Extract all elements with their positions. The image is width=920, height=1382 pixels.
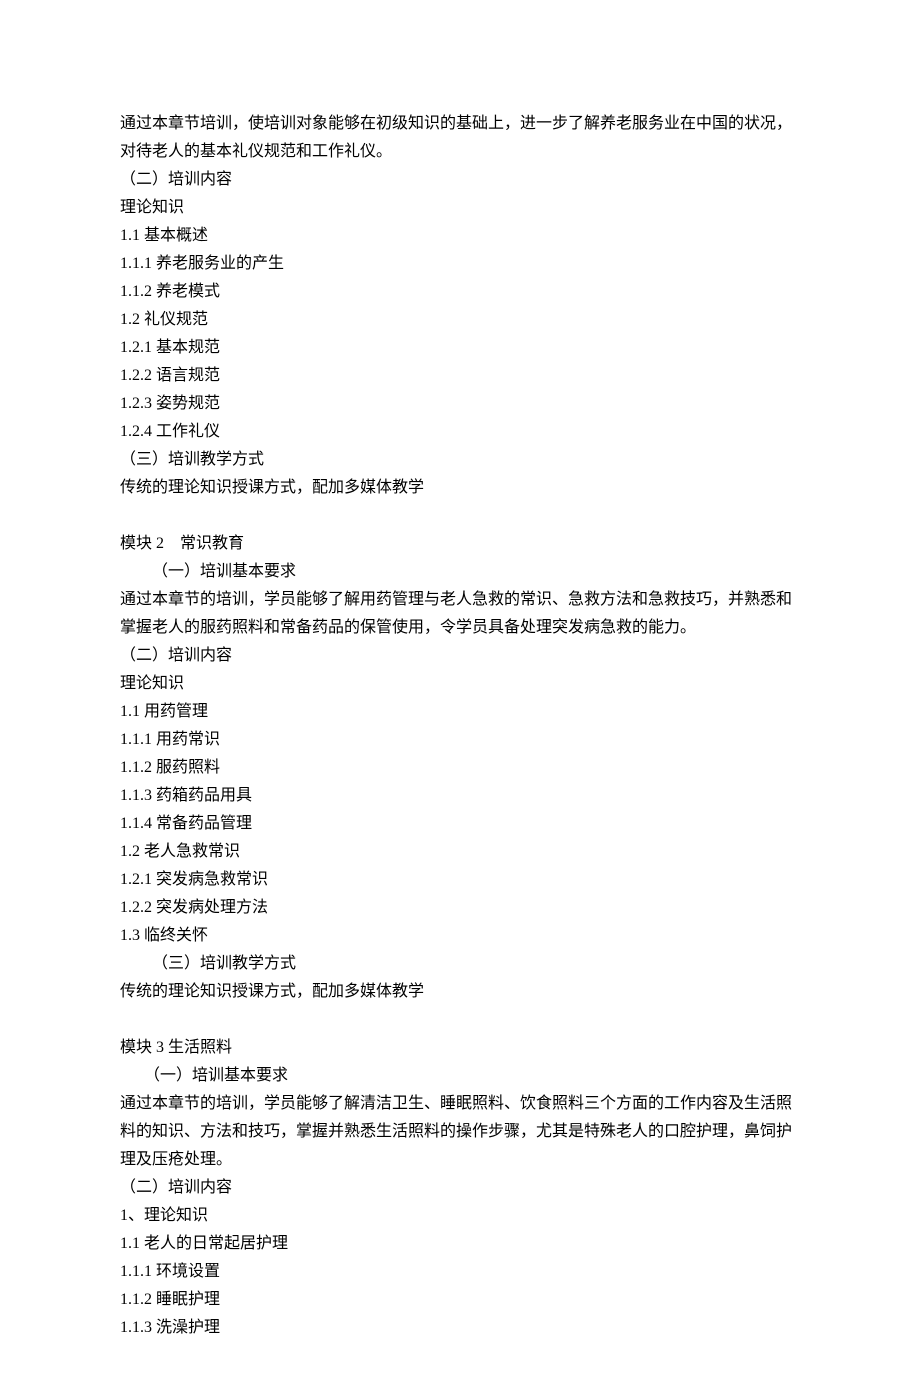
outline-item: 1.2 老人急救常识 xyxy=(120,838,800,866)
outline-item: 1.2.1 突发病急救常识 xyxy=(120,866,800,894)
outline-item: 1.1.3 洗澡护理 xyxy=(120,1314,800,1342)
outline-item: 1.3 临终关怀 xyxy=(120,922,800,950)
outline-item: 1.1 老人的日常起居护理 xyxy=(120,1230,800,1258)
module-2-section-1-paragraph: 通过本章节的培训，学员能够了解用药管理与老人急救的常识、急救方法和急救技巧，并熟… xyxy=(120,586,800,642)
module-2-section-2-subheading: 理论知识 xyxy=(120,670,800,698)
outline-item: 1.1.1 用药常识 xyxy=(120,726,800,754)
outline-item: 1.1.2 养老模式 xyxy=(120,278,800,306)
intro-section-3-heading: （三）培训教学方式 xyxy=(120,446,800,474)
module-2-title: 模块 2 常识教育 xyxy=(120,530,800,558)
outline-item: 1.1 基本概述 xyxy=(120,222,800,250)
module-2-section-1-heading: （一）培训基本要求 xyxy=(120,558,800,586)
module-2-section-3-heading: （三）培训教学方式 xyxy=(120,950,800,978)
outline-item: 1.1 用药管理 xyxy=(120,698,800,726)
outline-item: 1.2.2 语言规范 xyxy=(120,362,800,390)
outline-item: 1.2.4 工作礼仪 xyxy=(120,418,800,446)
outline-item: 1.1.1 养老服务业的产生 xyxy=(120,250,800,278)
intro-section-2-heading: （二）培训内容 xyxy=(120,166,800,194)
section-spacer xyxy=(120,502,800,530)
section-spacer xyxy=(120,1006,800,1034)
module-3-section-1-heading: （一）培训基本要求 xyxy=(120,1062,800,1090)
module-3-section-1-paragraph: 通过本章节的培训，学员能够了解清洁卫生、睡眠照料、饮食照料三个方面的工作内容及生… xyxy=(120,1090,800,1174)
outline-item: 1.1.3 药箱药品用具 xyxy=(120,782,800,810)
outline-item: 1.1.1 环境设置 xyxy=(120,1258,800,1286)
module-2-section-3-paragraph: 传统的理论知识授课方式，配加多媒体教学 xyxy=(120,978,800,1006)
intro-section-3-paragraph: 传统的理论知识授课方式，配加多媒体教学 xyxy=(120,474,800,502)
intro-section-2-subheading: 理论知识 xyxy=(120,194,800,222)
module-3-section-2-subheading: 1、理论知识 xyxy=(120,1202,800,1230)
module-2-section-2-heading: （二）培训内容 xyxy=(120,642,800,670)
outline-item: 1.1.2 服药照料 xyxy=(120,754,800,782)
outline-item: 1.2.2 突发病处理方法 xyxy=(120,894,800,922)
intro-paragraph: 通过本章节培训，使培训对象能够在初级知识的基础上，进一步了解养老服务业在中国的状… xyxy=(120,110,800,166)
outline-item: 1.2 礼仪规范 xyxy=(120,306,800,334)
outline-item: 1.1.2 睡眠护理 xyxy=(120,1286,800,1314)
outline-item: 1.2.1 基本规范 xyxy=(120,334,800,362)
module-3-section-2-heading: （二）培训内容 xyxy=(120,1174,800,1202)
outline-item: 1.1.4 常备药品管理 xyxy=(120,810,800,838)
outline-item: 1.2.3 姿势规范 xyxy=(120,390,800,418)
module-3-title: 模块 3 生活照料 xyxy=(120,1034,800,1062)
